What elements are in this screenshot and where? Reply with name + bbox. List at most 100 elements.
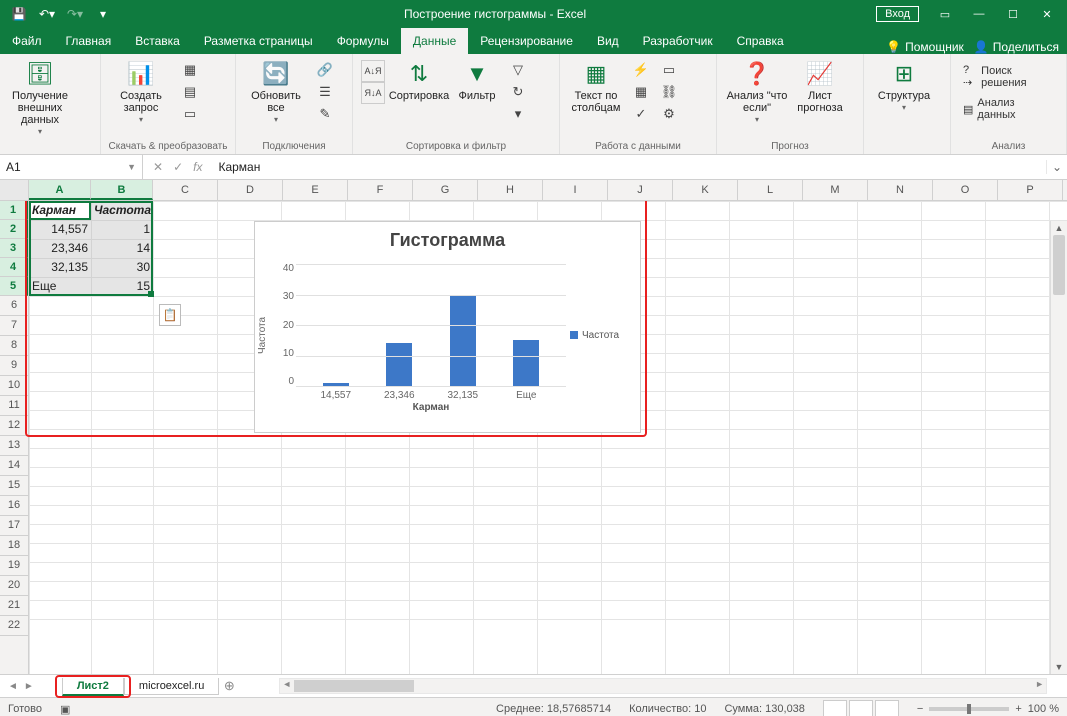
paste-options-icon[interactable]: 📋 — [159, 304, 181, 326]
sort-button[interactable]: ⇅Сортировка — [391, 58, 447, 102]
scroll-down-icon[interactable]: ▼ — [1051, 660, 1067, 674]
column-header[interactable]: J — [608, 180, 673, 200]
row-header[interactable]: 10 — [0, 376, 28, 396]
row-header[interactable]: 17 — [0, 516, 28, 536]
row-header[interactable]: 15 — [0, 476, 28, 496]
column-header[interactable]: A — [29, 180, 91, 200]
select-all-corner[interactable] — [0, 180, 29, 200]
vertical-scrollbar[interactable]: ▲ ▼ — [1050, 221, 1067, 674]
column-header[interactable]: H — [478, 180, 543, 200]
row-header[interactable]: 19 — [0, 556, 28, 576]
tell-me[interactable]: 💡Помощник — [886, 40, 964, 54]
name-box[interactable]: A1▼ — [0, 155, 143, 179]
column-header[interactable]: O — [933, 180, 998, 200]
column-header[interactable]: D — [218, 180, 283, 200]
tab-file[interactable]: Файл — [0, 28, 54, 54]
connections-icon[interactable]: 🔗 — [314, 60, 336, 80]
zoom-control[interactable]: − + 100 % — [917, 703, 1059, 715]
cell[interactable]: Карман — [29, 201, 91, 220]
flash-fill-icon[interactable]: ⚡ — [630, 60, 652, 80]
column-header[interactable]: C — [153, 180, 218, 200]
column-header[interactable]: M — [803, 180, 868, 200]
tab-view[interactable]: Вид — [585, 28, 631, 54]
qat-customize-icon[interactable]: ▾ — [92, 3, 114, 25]
row-header[interactable]: 7 — [0, 316, 28, 336]
tab-formulas[interactable]: Формулы — [325, 28, 401, 54]
tab-data[interactable]: Данные — [401, 28, 468, 54]
zoom-in-icon[interactable]: + — [1015, 703, 1021, 715]
minimize-icon[interactable]: — — [963, 3, 995, 25]
show-queries-icon[interactable]: ▦ — [179, 60, 201, 80]
cell[interactable]: 14,557 — [29, 220, 91, 239]
column-header[interactable]: B — [91, 180, 153, 200]
row-header[interactable]: 2 — [0, 220, 28, 239]
tab-help[interactable]: Справка — [725, 28, 796, 54]
row-header[interactable]: 16 — [0, 496, 28, 516]
row-header[interactable]: 21 — [0, 596, 28, 616]
maximize-icon[interactable]: ☐ — [997, 3, 1029, 25]
cancel-formula-icon[interactable]: ✕ — [153, 160, 163, 174]
tab-home[interactable]: Главная — [54, 28, 124, 54]
new-query-button[interactable]: 📊Создать запрос▾ — [109, 58, 173, 125]
cell[interactable]: Частота — [91, 201, 153, 220]
cell[interactable]: 14 — [91, 239, 153, 258]
column-header[interactable]: P — [998, 180, 1063, 200]
data-analysis-button[interactable]: ▤Анализ данных — [959, 95, 1058, 123]
horizontal-scrollbar[interactable]: ◄► — [279, 678, 1047, 694]
outline-button[interactable]: ⊞Структура▾ — [872, 58, 936, 113]
sign-in-button[interactable]: Вход — [876, 6, 919, 22]
column-header[interactable]: F — [348, 180, 413, 200]
tab-review[interactable]: Рецензирование — [468, 28, 585, 54]
sheet-tab-active[interactable]: Лист2 — [62, 678, 124, 696]
page-layout-view-icon[interactable] — [849, 700, 873, 716]
cell[interactable]: 23,346 — [29, 239, 91, 258]
get-external-data-button[interactable]: 🗄Получение внешних данных▾ — [8, 58, 72, 137]
cell[interactable]: 15 — [91, 277, 153, 296]
cell[interactable]: Еще — [29, 277, 91, 296]
row-header[interactable]: 6 — [0, 296, 28, 316]
tab-insert[interactable]: Вставка — [123, 28, 192, 54]
row-header[interactable]: 5 — [0, 277, 28, 296]
save-icon[interactable]: 💾 — [8, 3, 30, 25]
macro-record-icon[interactable]: ▣ — [60, 703, 70, 716]
row-header[interactable]: 13 — [0, 436, 28, 456]
advanced-filter-icon[interactable]: ▾ — [507, 104, 529, 124]
row-header[interactable]: 3 — [0, 239, 28, 258]
edit-links-icon[interactable]: ✎ — [314, 104, 336, 124]
relationships-icon[interactable]: ⛓ — [658, 82, 680, 102]
sheet-nav-next-icon[interactable]: ► — [24, 681, 34, 692]
text-to-columns-button[interactable]: ▦Текст по столбцам — [568, 58, 624, 114]
remove-duplicates-icon[interactable]: ▦ — [630, 82, 652, 102]
clear-filter-icon[interactable]: ▽ — [507, 60, 529, 80]
zoom-slider[interactable] — [929, 707, 1009, 711]
column-header[interactable]: I — [543, 180, 608, 200]
tab-layout[interactable]: Разметка страницы — [192, 28, 325, 54]
row-header[interactable]: 22 — [0, 616, 28, 636]
row-header[interactable]: 14 — [0, 456, 28, 476]
page-break-view-icon[interactable] — [875, 700, 899, 716]
refresh-all-button[interactable]: 🔄Обновить все▾ — [244, 58, 308, 125]
fx-icon[interactable]: fx — [193, 160, 202, 174]
sheet-nav-prev-icon[interactable]: ◄ — [8, 681, 18, 692]
formula-input[interactable]: Карман — [212, 160, 1046, 174]
row-header[interactable]: 11 — [0, 396, 28, 416]
consolidate-icon[interactable]: ▭ — [658, 60, 680, 80]
row-header[interactable]: 12 — [0, 416, 28, 436]
data-validation-icon[interactable]: ✓ — [630, 104, 652, 124]
row-header[interactable]: 20 — [0, 576, 28, 596]
recent-sources-icon[interactable]: ▭ — [179, 104, 201, 124]
expand-formula-bar-icon[interactable]: ⌄ — [1046, 160, 1067, 174]
vertical-scroll-thumb[interactable] — [1053, 235, 1065, 295]
column-header[interactable]: G — [413, 180, 478, 200]
row-header[interactable]: 8 — [0, 336, 28, 356]
properties-icon[interactable]: ☰ — [314, 82, 336, 102]
what-if-button[interactable]: ❓Анализ "что если"▾ — [725, 58, 789, 125]
sort-za-icon[interactable]: Я↓A — [361, 82, 385, 104]
row-header[interactable]: 18 — [0, 536, 28, 556]
close-icon[interactable]: ✕ — [1031, 3, 1063, 25]
cell[interactable]: 1 — [91, 220, 153, 239]
ribbon-options-icon[interactable]: ▭ — [929, 3, 961, 25]
row-header[interactable]: 4 — [0, 258, 28, 277]
row-header[interactable]: 9 — [0, 356, 28, 376]
zoom-out-icon[interactable]: − — [917, 703, 923, 715]
